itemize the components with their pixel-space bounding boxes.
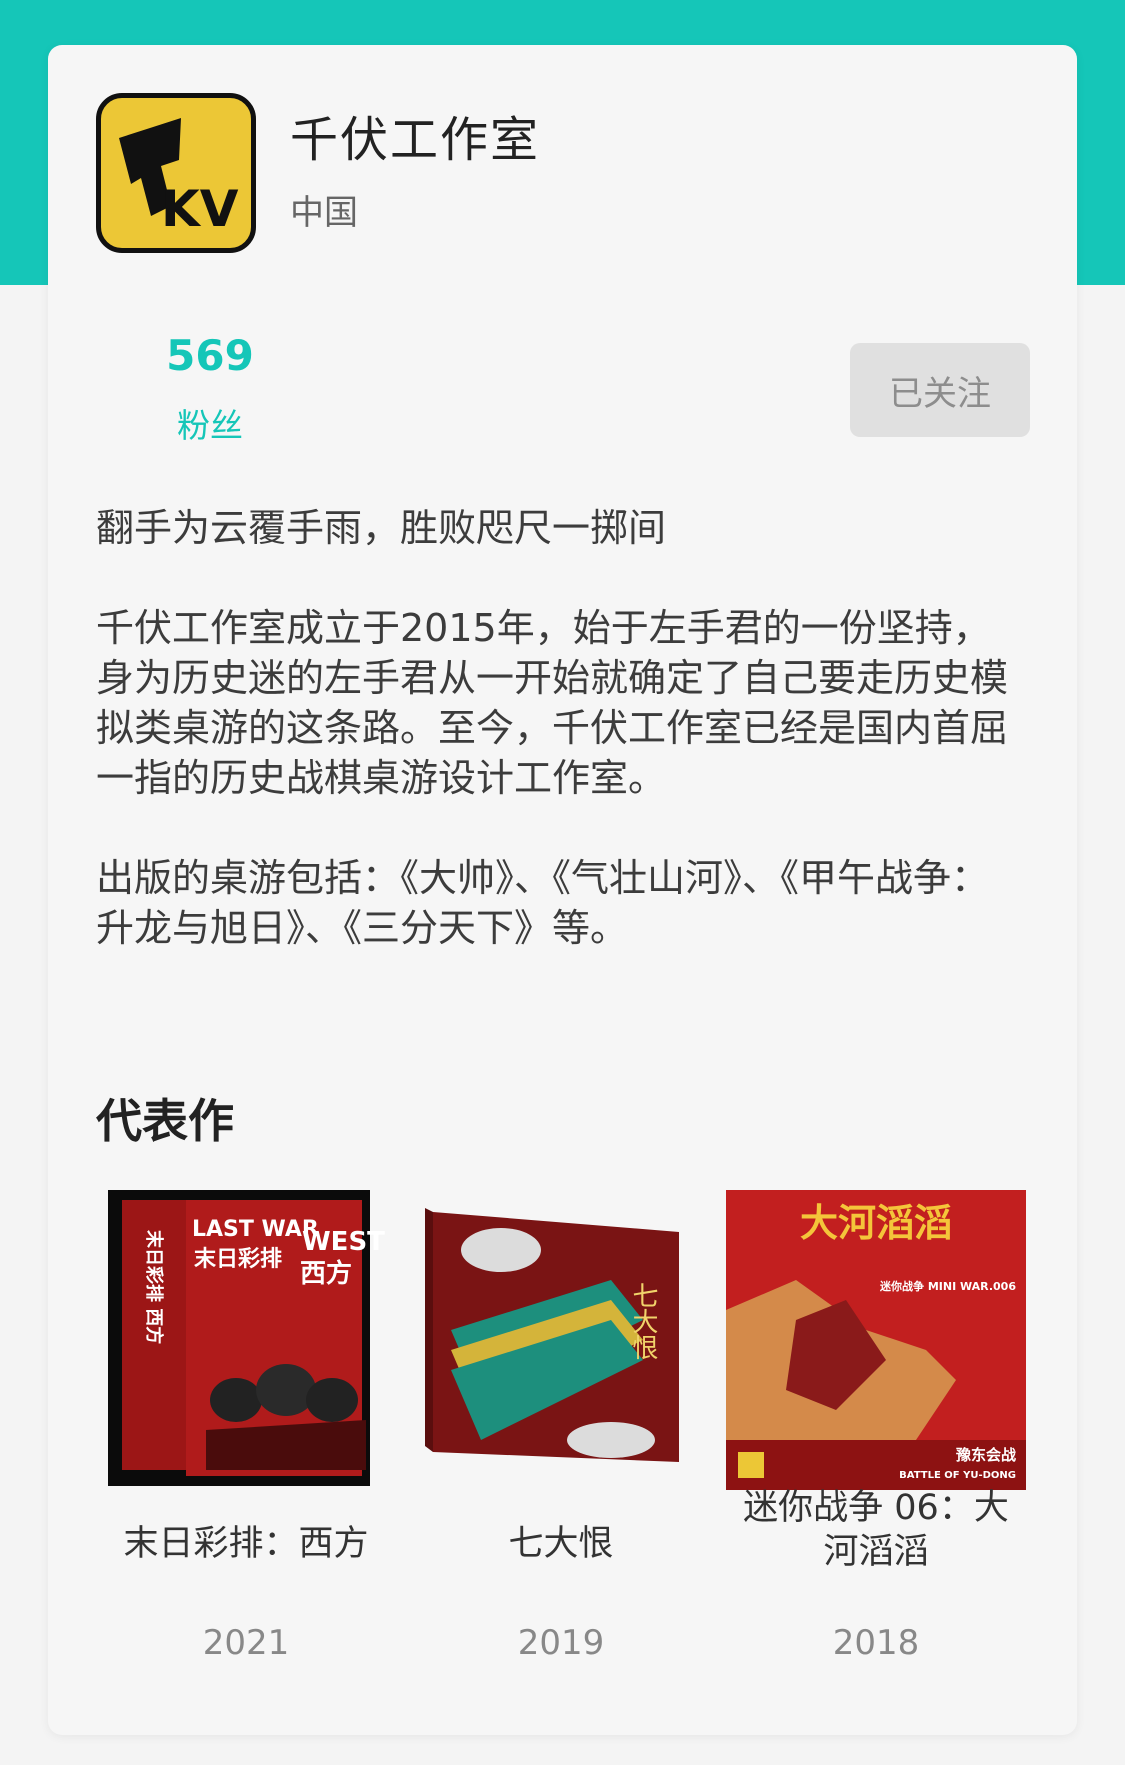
cover-series: 迷你战争 MINI WAR.006: [879, 1279, 1016, 1293]
studio-published: 出版的桌游包括：《大帅》、《气壮山河》、《甲午战争：升龙与旭日》、《三分天下》等…: [96, 856, 990, 950]
studio-profile-card: KV 千伏工作室 中国 569 粉丝 已关注 翻手为云覆手雨，胜败咫尺一掷间 千…: [48, 45, 1077, 1735]
studio-logo: KV: [96, 93, 256, 253]
cover-title: 七大恨: [628, 1282, 658, 1360]
lightning-kv-logo-icon: KV: [119, 118, 239, 238]
work-year: 2021: [202, 1623, 290, 1663]
cover-title-cn-1: 末日彩排: [194, 1247, 282, 1272]
cover-title: 大河滔滔: [800, 1201, 952, 1245]
cover-side-text: 末日彩排 西方: [143, 1230, 165, 1344]
cover-battle: 豫东会战: [956, 1446, 1016, 1464]
great-river-box-icon[interactable]: 大河滔滔 迷你战争 MINI WAR.006 豫东会战 BATTLE OF YU…: [726, 1190, 1026, 1490]
work-year: 2019: [517, 1623, 605, 1663]
studio-slogan: 翻手为云覆手雨，胜败咫尺一掷间: [96, 506, 667, 550]
representative-works-list: 末日彩排 西方 LAST WAR WEST 末日彩排 西方 末日彩排：西方 20…: [96, 1190, 1026, 1710]
fans-stat[interactable]: 569 粉丝: [140, 335, 280, 447]
cover-battle-en: BATTLE OF YU-DONG: [899, 1470, 1016, 1481]
work-year: 2018: [832, 1623, 920, 1663]
work-title[interactable]: 七大恨: [411, 1522, 711, 1566]
seven-grievances-box-icon[interactable]: 七大恨: [411, 1190, 711, 1490]
fans-count: 569: [166, 331, 254, 380]
work-title[interactable]: 末日彩排：西方: [96, 1522, 396, 1566]
logo-text: KV: [161, 180, 239, 238]
studio-name: 千伏工作室: [290, 112, 541, 168]
representative-works-title: 代表作: [96, 1094, 234, 1148]
work-title[interactable]: 迷你战争 06：大河滔滔: [726, 1486, 1026, 1574]
studio-intro: 千伏工作室成立于2015年，始于左手君的一份坚持，身为历史迷的左手君从一开始就确…: [96, 606, 1009, 800]
studio-country: 中国: [290, 193, 358, 233]
last-war-west-box-icon[interactable]: 末日彩排 西方 LAST WAR WEST 末日彩排 西方: [96, 1190, 396, 1490]
cover-title-en-1: LAST WAR: [192, 1217, 319, 1242]
studio-description: 翻手为云覆手雨，胜败咫尺一掷间 千伏工作室成立于2015年，始于左手君的一份坚持…: [96, 503, 1026, 1003]
fans-label: 粉丝: [177, 406, 243, 445]
cover-title-cn-2: 西方: [300, 1258, 352, 1289]
follow-button[interactable]: 已关注: [850, 343, 1030, 437]
cover-title-en-2: WEST: [302, 1227, 385, 1257]
